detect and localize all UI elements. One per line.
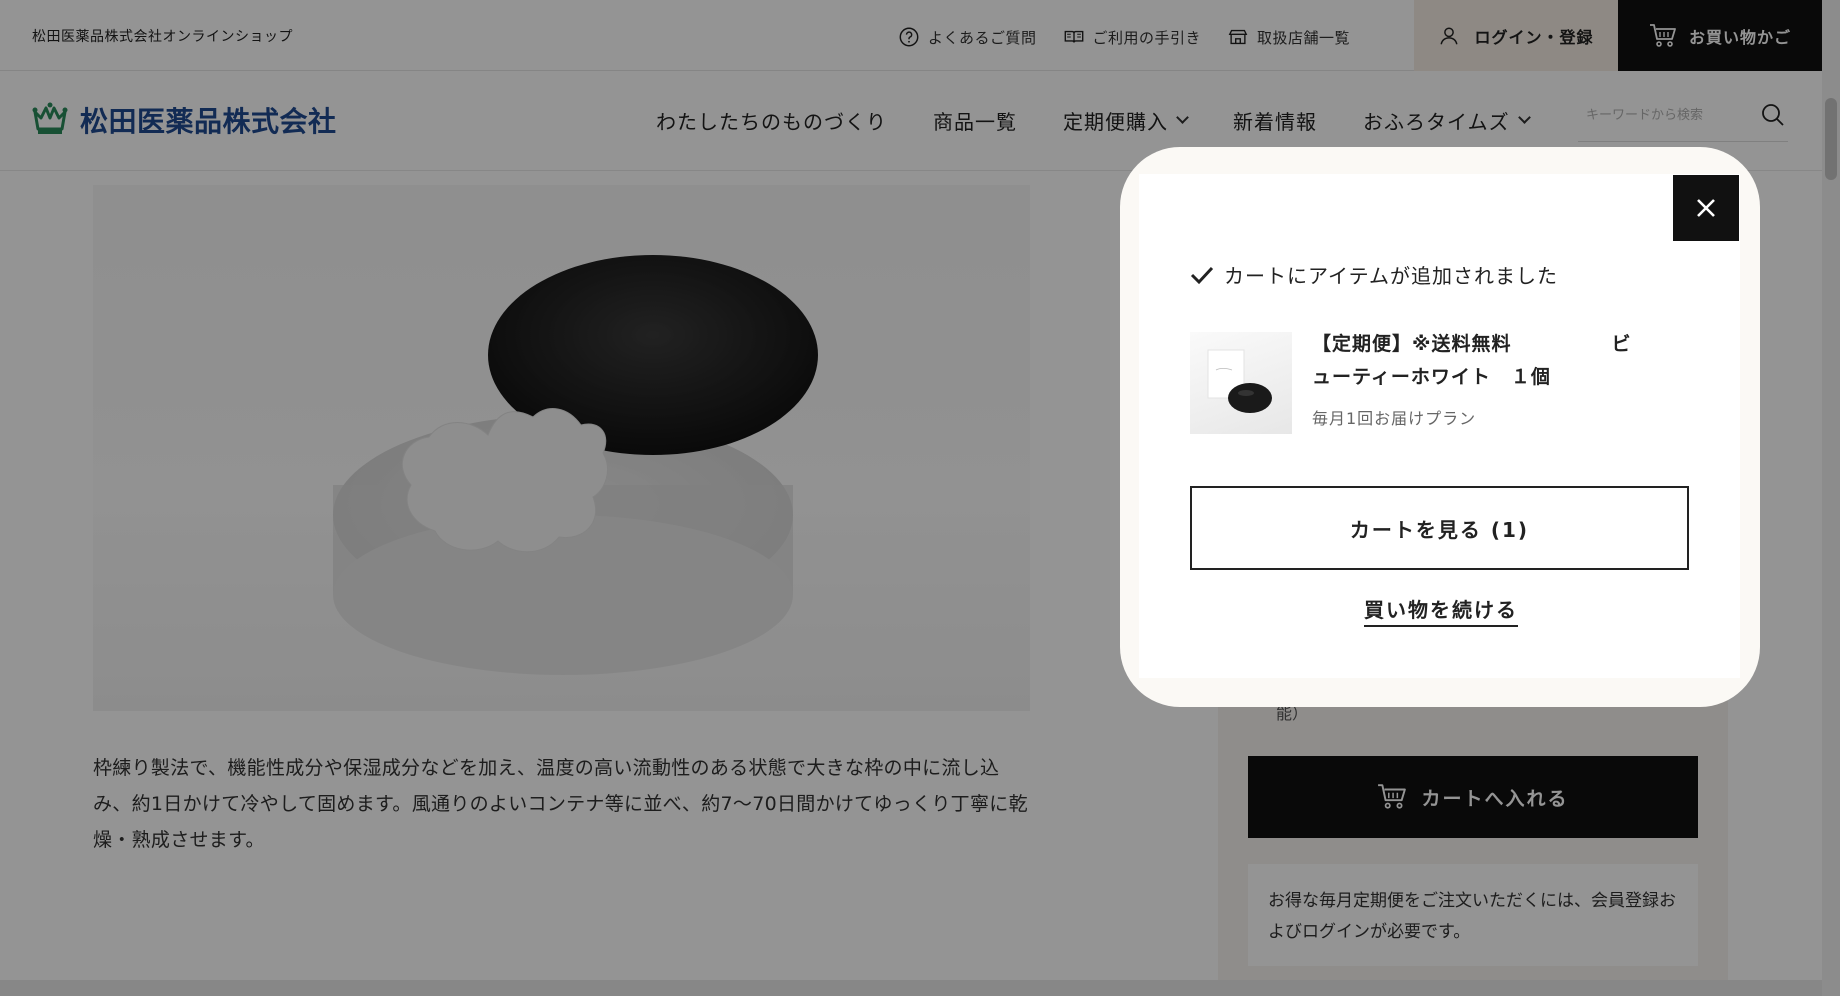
cart-added-message: カートにアイテムが追加されました (1190, 260, 1558, 289)
modal-close-button[interactable] (1673, 175, 1739, 241)
close-icon (1697, 199, 1715, 217)
cart-item-title-line2: ューティーホワイト １個 (1312, 366, 1551, 388)
cart-item-title-line1: 【定期便】※送料無料 ビ (1312, 333, 1632, 355)
cart-item-thumbnail (1190, 332, 1292, 434)
soap-thumbnail-image (1207, 349, 1272, 413)
cart-item-title: 【定期便】※送料無料 ビ ューティーホワイト １個 (1312, 328, 1672, 394)
continue-shopping-link[interactable]: 買い物を続ける (1364, 594, 1518, 627)
cart-item-plan: 毎月1回お届けプラン (1312, 409, 1477, 428)
view-cart-button[interactable]: カートを見る (1) (1190, 486, 1689, 570)
checkmark-icon (1190, 266, 1214, 284)
added-message-text: カートにアイテムが追加されました (1224, 264, 1558, 288)
